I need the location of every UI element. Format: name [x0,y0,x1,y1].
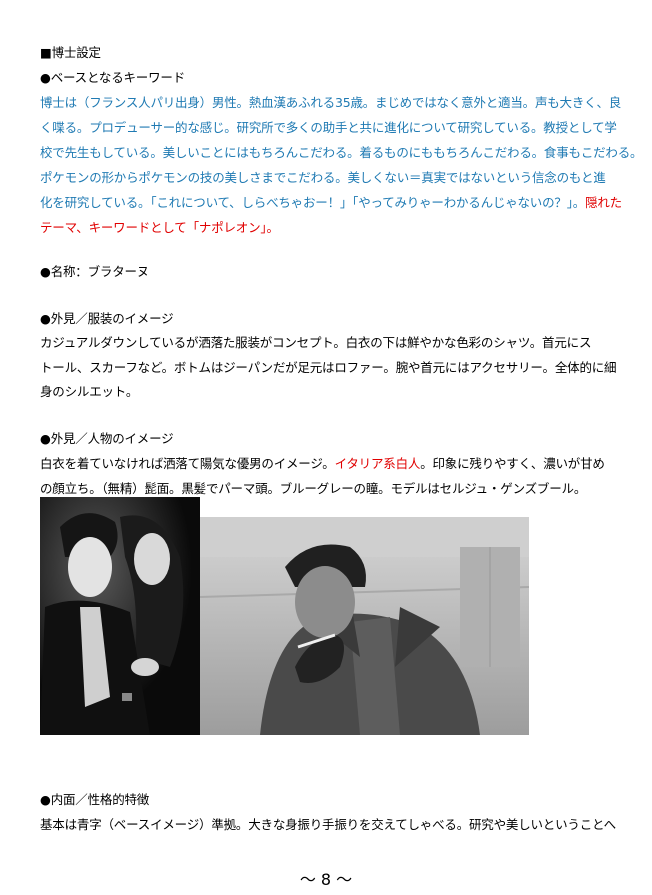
keywords-heading: ●ベースとなるキーワード [40,70,186,85]
section-title: ■博士設定 [40,45,101,60]
person-line-1: 白衣を着ていなければ洒落て陽気な優男のイメージ。イタリア系白人。印象に残りやすく… [40,453,605,472]
inner-line-1: 基本は青字（ベースイメージ）準拠。大きな身振り手振りを交えてしゃべる。研究や美し… [40,817,616,832]
name-line: ●名称：ブラターヌ [40,264,150,279]
couple-photo-graphic [40,497,200,735]
keywords-line-5-blue: 化を研究している。「これについて、しらべちゃおー！」「やってみりゃーわかるんじゃ… [40,195,586,210]
keywords-line-3: 校で先生もしている。美しいことにはもちろんこだわる。着るものにももちろんこだわる… [40,145,643,160]
reference-photo-portrait [200,517,529,735]
keywords-line-2: く喋る。プロデューサー的な感じ。研究所で多くの助手と共に進化について研究している… [40,120,617,135]
keywords-line-1: 博士は（フランス人パリ出身）男性。熱血漢あふれる35歳。まじめではなく意外と適当… [40,95,622,110]
clothes-line-3: 身のシルエット。 [40,384,139,399]
person-line-1-a: 白衣を着ていなければ洒落て陽気な優男のイメージ。 [40,456,335,471]
keywords-line-5-red: 隠れた [585,195,622,210]
person-line-1-red: イタリア系白人 [334,456,421,471]
clothes-line-2: トール、スカーフなど。ボトムはジーパンだが足元はロファー。腕や首元にはアクセサリ… [40,360,617,375]
person-line-1-b: 。印象に残りやすく、濃いが甘め [420,456,605,471]
document-page: ■博士設定 ●ベースとなるキーワード 博士は（フランス人パリ出身）男性。熱血漢あ… [0,0,652,895]
person-heading: ●外見／人物のイメージ [40,431,174,446]
keywords-line-5: 化を研究している。「これについて、しらべちゃおー！」「やってみりゃーわかるんじゃ… [40,192,622,211]
clothes-line-1: カジュアルダウンしているが洒落た服装がコンセプト。白衣の下は鮮やかな色彩のシャツ… [40,335,592,350]
reference-photo-couple [40,497,200,735]
portrait-photo-graphic [200,517,529,735]
keywords-line-4: ポケモンの形からポケモンの技の美しさまでこだわる。美しくない＝真実ではないという… [40,170,606,185]
clothes-heading: ●外見／服装のイメージ [40,311,174,326]
keywords-line-6: テーマ、キーワードとして「ナポレオン」。 [40,220,279,235]
person-line-2: の顔立ち。（無精）髭面。黒髪でパーマ頭。ブルーグレーの瞳。モデルはセルジュ・ゲン… [40,481,587,496]
page-number: ～ 8 ～ [299,870,353,889]
inner-heading: ●内面／性格的特徴 [40,792,150,807]
